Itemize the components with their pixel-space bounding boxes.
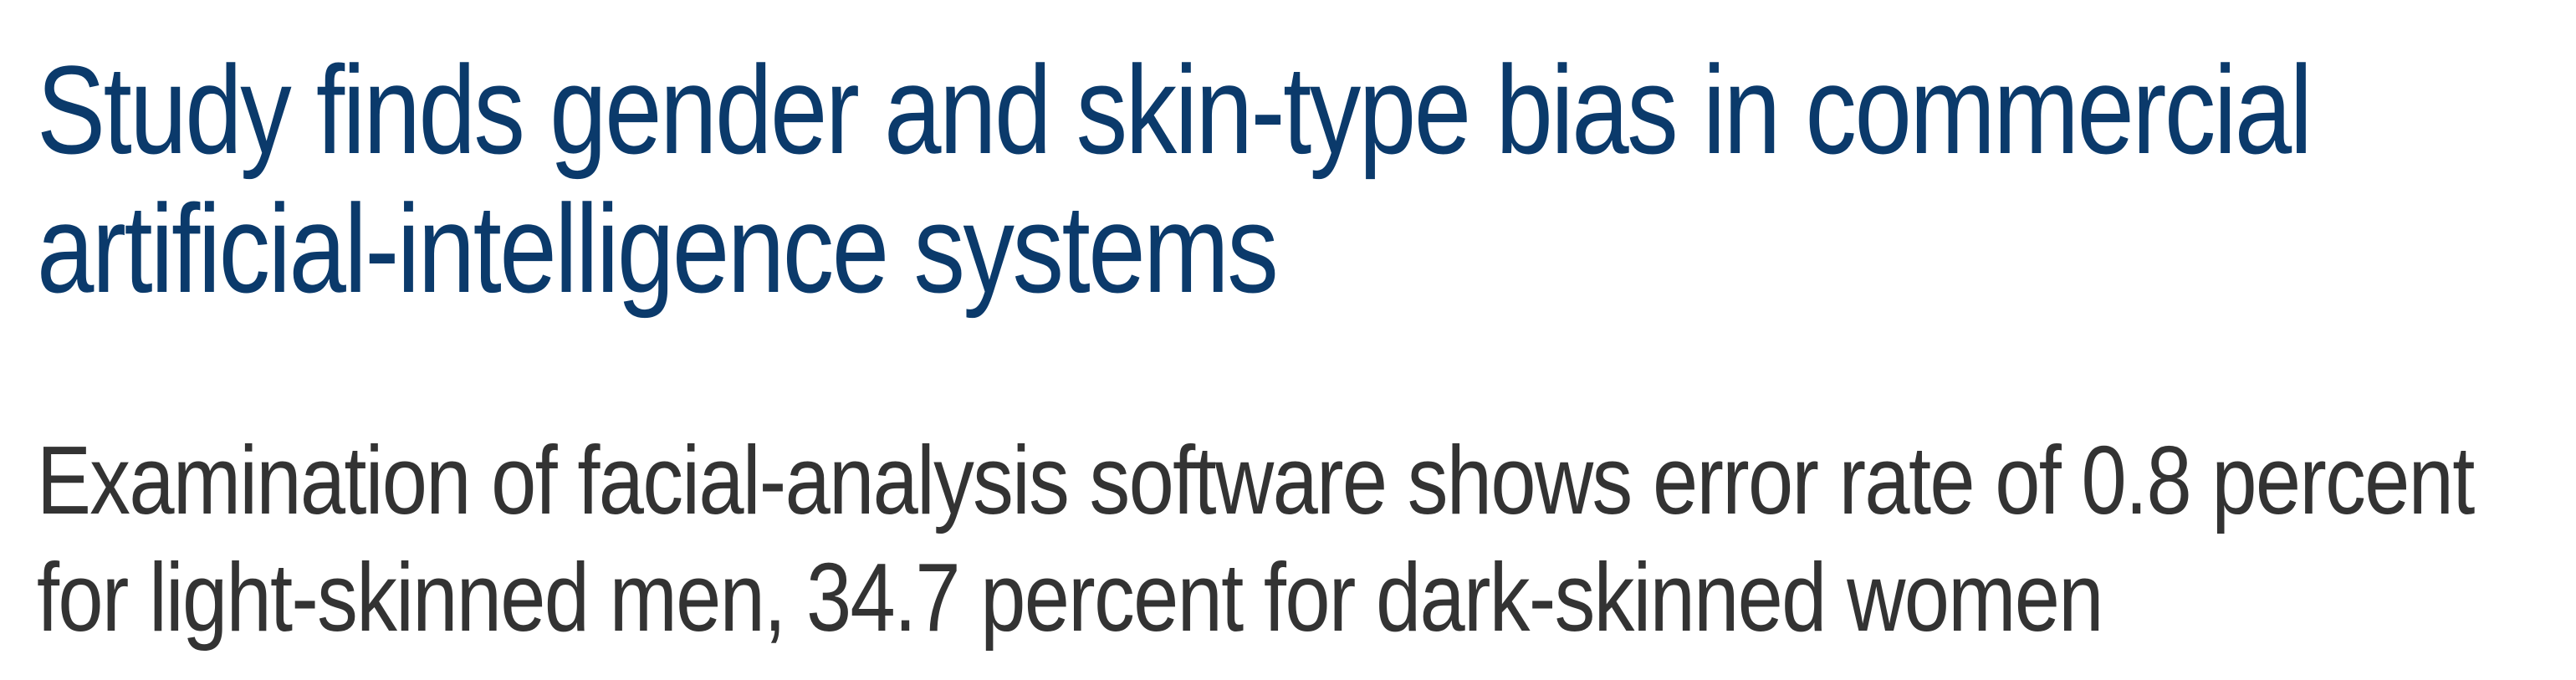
article-subheadline: Examination of facial-analysis software … bbox=[37, 426, 2475, 652]
article-header: Study finds gender and skin-type bias in… bbox=[37, 39, 2538, 652]
article-headline: Study finds gender and skin-type bias in… bbox=[37, 39, 2313, 319]
